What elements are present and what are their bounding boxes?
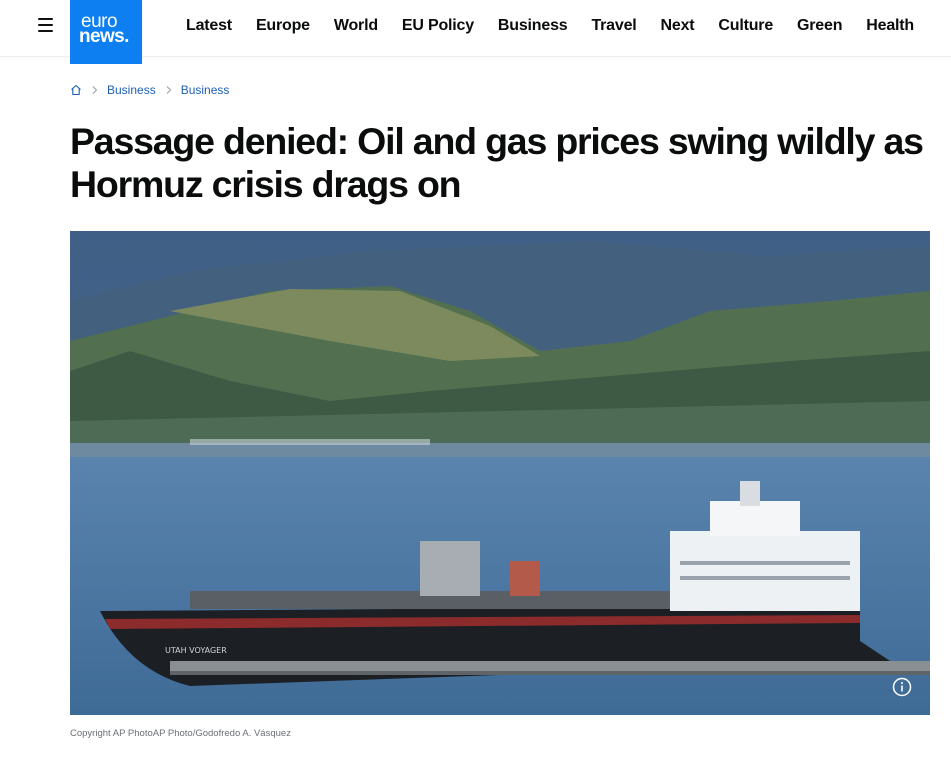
nav-item-travel[interactable]: Travel	[591, 15, 636, 37]
nav-item-latest[interactable]: Latest	[186, 15, 232, 37]
euronews-logo[interactable]: euro news.	[70, 0, 142, 64]
breadcrumb-business-sub[interactable]: Business	[181, 83, 230, 97]
nav-item-business[interactable]: Business	[498, 15, 568, 37]
menu-icon[interactable]	[36, 17, 56, 33]
nav-item-world[interactable]: World	[334, 15, 378, 37]
breadcrumb-business[interactable]: Business	[107, 83, 156, 97]
article-hero-image: UTAH VOYAGER	[70, 231, 930, 715]
logo-text-bottom: news.	[79, 26, 129, 47]
nav-item-culture[interactable]: Culture	[718, 15, 773, 37]
chevron-right-icon	[88, 84, 102, 96]
chevron-right-icon	[162, 84, 176, 96]
site-header: euro news. Latest Europe World EU Policy…	[0, 0, 951, 64]
home-icon[interactable]	[70, 84, 82, 96]
info-icon[interactable]	[892, 677, 912, 697]
nav-item-health[interactable]: Health	[866, 15, 914, 37]
breadcrumb: Business Business	[70, 82, 229, 98]
image-caption: Copyright AP PhotoAP Photo/Godofredo A. …	[70, 728, 291, 739]
nav-item-green[interactable]: Green	[797, 15, 842, 37]
nav-item-eu-policy[interactable]: EU Policy	[402, 15, 474, 37]
nav-item-next[interactable]: Next	[661, 15, 695, 37]
main-nav: Latest Europe World EU Policy Business T…	[186, 15, 938, 37]
nav-item-europe[interactable]: Europe	[256, 15, 310, 37]
ship-name-label: UTAH VOYAGER	[165, 646, 227, 655]
article-title: Passage denied: Oil and gas prices swing…	[70, 120, 924, 205]
